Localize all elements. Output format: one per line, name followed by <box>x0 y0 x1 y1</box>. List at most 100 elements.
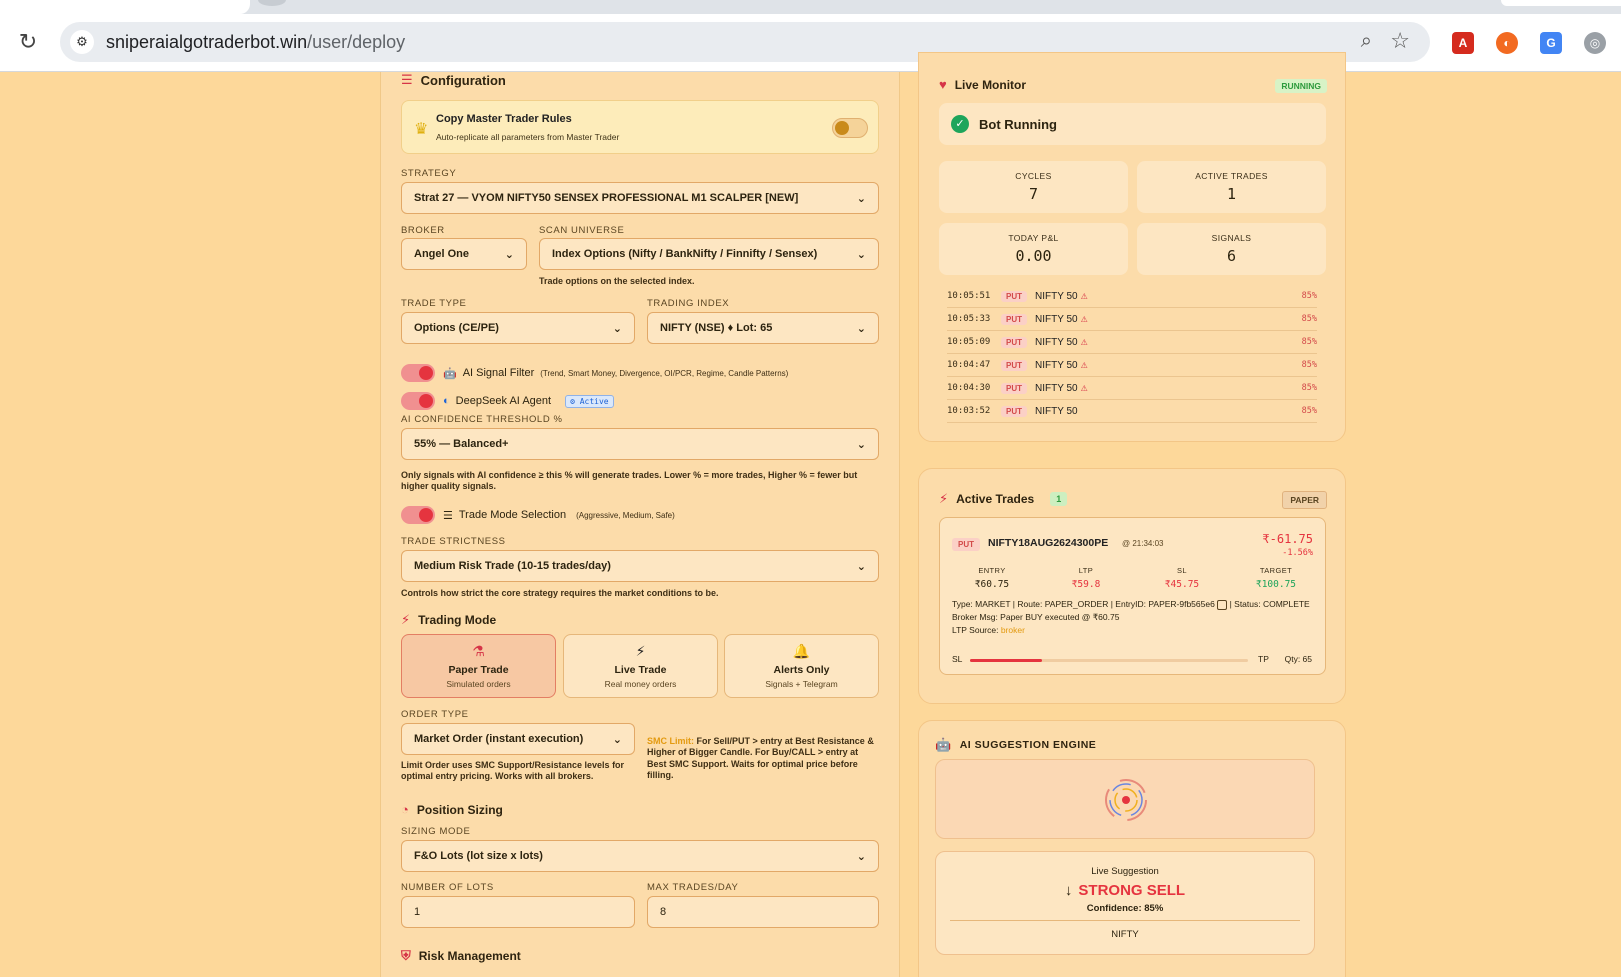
strategy-select[interactable]: Strat 27 — VYOM NIFTY50 SENSEX PROFESSIO… <box>401 182 879 214</box>
signal-row: 10:05:33 PUT NIFTY 50 ⚠ 85% <box>947 308 1317 331</box>
ai-confidence-label: AI CONFIDENCE THRESHOLD % <box>401 414 563 425</box>
trade-pnl: ₹-61.75 <box>1262 532 1313 546</box>
sizing-mode-label: SIZING MODE <box>401 826 471 837</box>
ai-confidence-select[interactable]: 55% — Balanced+ ⌄ <box>401 428 879 460</box>
reload-icon[interactable]: ↻ <box>16 30 40 54</box>
trade-entry: ENTRY ₹60.75 <box>974 566 1010 590</box>
broker-select[interactable]: Angel One ⌄ <box>401 238 527 270</box>
deepseek-active-badge: ⚙ Active <box>565 394 614 408</box>
trade-type-select[interactable]: Options (CE/PE) ⌄ <box>401 312 635 344</box>
trading-index-value: NIFTY (NSE) ♦ Lot: 65 <box>660 322 773 334</box>
live-suggestion-box: Live Suggestion ↓ STRONG SELL Confidence:… <box>935 851 1315 955</box>
max-trades-input[interactable]: 8 <box>647 896 879 928</box>
url-text[interactable]: sniperaialgotraderbot.win/user/deploy <box>106 32 405 53</box>
active-tab[interactable] <box>0 0 250 14</box>
check-icon: ✓ <box>951 115 969 133</box>
signal-time: 10:04:30 <box>947 383 991 393</box>
chevron-down-icon: ⌄ <box>856 438 866 451</box>
chevron-down-icon: ⌄ <box>856 560 866 573</box>
trade-ltp: LTP ₹59.8 <box>1071 566 1101 590</box>
max-trades-label: MAX TRADES/DAY <box>647 882 739 893</box>
flask-icon: ⚗ <box>472 643 485 659</box>
bookmark-star-icon[interactable]: ☆ <box>1390 28 1410 54</box>
signal-symbol: NIFTY 50 ⚠ <box>1035 360 1302 371</box>
alerts-only-subtitle: Signals + Telegram <box>765 679 838 689</box>
warning-icon: ⚠ <box>1080 383 1088 393</box>
paper-trade-option[interactable]: ⚗ Paper Trade Simulated orders <box>401 634 556 698</box>
copy-master-subtitle: Auto-replicate all parameters from Maste… <box>436 132 620 142</box>
signal-time: 10:04:47 <box>947 360 991 370</box>
trading-mode-options: ⚗ Paper Trade Simulated orders ⚡ Live Tr… <box>401 634 879 698</box>
suggestion-confidence: Confidence: 85% <box>1086 903 1164 914</box>
signal-time: 10:05:09 <box>947 337 991 347</box>
alerts-only-option[interactable]: 🔔 Alerts Only Signals + Telegram <box>724 634 879 698</box>
toggle-knob <box>419 508 433 522</box>
stat-value: 0.00 <box>1015 247 1052 265</box>
deepseek-toggle[interactable] <box>401 392 435 410</box>
site-settings-icon[interactable]: ⚙ <box>70 30 94 54</box>
trading-index-label: TRADING INDEX <box>647 298 730 309</box>
trading-index-select[interactable]: NIFTY (NSE) ♦ Lot: 65 ⌄ <box>647 312 879 344</box>
lightning-icon: ⚡ <box>939 491 949 506</box>
suggestion-symbol: NIFTY <box>1111 929 1139 940</box>
signal-row: 10:05:51 PUT NIFTY 50 ⚠ 85% <box>947 285 1317 308</box>
signal-confidence: 85% <box>1301 360 1317 370</box>
ai-confidence-value: 55% — Balanced+ <box>414 438 509 450</box>
copy-icon[interactable] <box>1217 599 1228 610</box>
ltp-source-label: LTP Source: <box>952 625 1001 635</box>
extension-icon[interactable]: ◐ <box>1496 32 1518 54</box>
stat-label: ACTIVE TRADES <box>1195 171 1268 181</box>
scan-universe-hint: Trade options on the selected index. <box>539 276 695 286</box>
ai-suggestion-header: 🤖 AI SUGGESTION ENGINE <box>935 737 1096 753</box>
paper-badge: PAPER <box>1282 491 1327 509</box>
live-monitor-title: Live Monitor <box>954 77 1027 92</box>
translate-extension-icon[interactable]: G <box>1540 32 1562 54</box>
num-lots-input[interactable]: 1 <box>401 896 635 928</box>
globe-extension-icon[interactable]: ◎ <box>1584 32 1606 54</box>
signal-confidence: 85% <box>1301 337 1317 347</box>
active-trades-header: ⚡ Active Trades 1 <box>939 491 1068 507</box>
signal-side-badge: PUT <box>1001 382 1027 394</box>
ai-signal-filter-detail: (Trend, Smart Money, Divergence, OI/PCR,… <box>540 368 789 378</box>
signal-side-badge: PUT <box>1001 336 1027 348</box>
order-type-select[interactable]: Market Order (instant execution) ⌄ <box>401 723 635 755</box>
chevron-down-icon: ⌄ <box>612 733 622 746</box>
url-path: /user/deploy <box>307 32 406 52</box>
browser-toolbar: ↻ ⚙ sniperaialgotraderbot.win/user/deplo… <box>0 14 1621 72</box>
signal-symbol-text: NIFTY 50 <box>1035 359 1078 371</box>
signal-symbol-text: NIFTY 50 <box>1035 382 1078 394</box>
active-trades-card: ⚡ Active Trades 1 PAPER PUT NIFTY18AUG26… <box>918 468 1346 704</box>
window-controls[interactable] <box>1501 0 1621 6</box>
stat-active-trades: ACTIVE TRADES 1 <box>1137 161 1326 213</box>
live-trade-option[interactable]: ⚡ Live Trade Real money orders <box>563 634 718 698</box>
signal-symbol: NIFTY 50 <box>1035 406 1302 417</box>
ai-signal-filter-toggle[interactable] <box>401 364 435 382</box>
signal-row: 10:04:47 PUT NIFTY 50 ⚠ 85% <box>947 354 1317 377</box>
pdf-extension-icon[interactable]: A <box>1452 32 1474 54</box>
signal-symbol-text: NIFTY 50 <box>1035 313 1078 325</box>
trade-strictness-value: Medium Risk Trade (10-15 trades/day) <box>414 560 611 572</box>
tab-close-icon[interactable] <box>258 0 286 6</box>
trade-target: TARGET ₹100.75 <box>1255 566 1297 590</box>
signal-side-badge: PUT <box>1001 405 1027 417</box>
warning-icon: ⚠ <box>1080 360 1088 370</box>
live-monitor-card: ♥ Live Monitor RUNNING ✓ Bot Running CYC… <box>918 52 1346 442</box>
trade-strictness-select[interactable]: Medium Risk Trade (10-15 trades/day) ⌄ <box>401 550 879 582</box>
signal-time: 10:05:51 <box>947 291 991 301</box>
trade-card[interactable]: PUT NIFTY18AUG2624300PE @ 21:34:03 ₹-61.… <box>939 517 1326 675</box>
position-sizing-header: ◔ Position Sizing <box>401 802 503 817</box>
smc-limit-note: SMC Limit: For Sell/PUT > entry at Best … <box>647 736 874 780</box>
warning-icon: ⚠ <box>1080 291 1088 301</box>
broker-message: Broker Msg: Paper BUY executed @ ₹60.75 <box>952 612 1120 622</box>
copy-master-toggle[interactable] <box>832 118 868 138</box>
trade-mode-selection-toggle[interactable] <box>401 506 435 524</box>
zoom-icon[interactable]: ⌕ <box>1361 30 1372 53</box>
sliders-icon: ☰ <box>443 509 453 522</box>
active-trades-title: Active Trades <box>956 492 1035 506</box>
chevron-down-icon: ⌄ <box>504 248 514 261</box>
sizing-mode-select[interactable]: F&O Lots (lot size x lots) ⌄ <box>401 840 879 872</box>
progress-track <box>970 659 1248 662</box>
scan-universe-select[interactable]: Index Options (Nifty / BankNifty / Finni… <box>539 238 879 270</box>
copy-master-title: Copy Master Trader Rules <box>436 113 572 125</box>
stat-today-pnl: TODAY P&L 0.00 <box>939 223 1128 275</box>
